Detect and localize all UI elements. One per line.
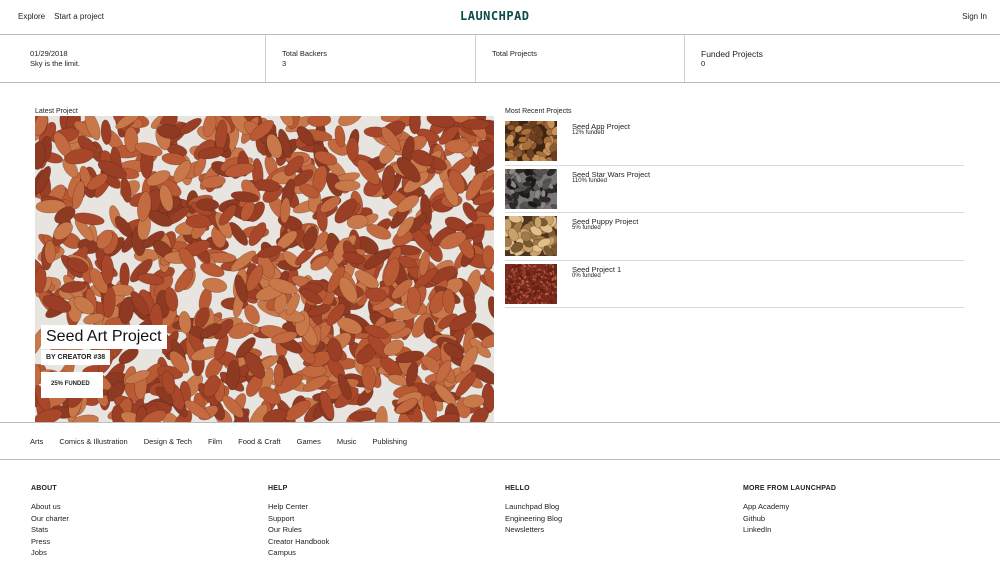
footer-link[interactable]: Support: [268, 514, 294, 523]
category-comics[interactable]: Comics & Illustration: [59, 437, 127, 446]
latest-project-title[interactable]: Seed Art Project: [41, 325, 167, 349]
recent-project-item[interactable]: Seed App Project 12% funded: [505, 118, 964, 166]
category-food-craft[interactable]: Food & Craft: [238, 437, 281, 446]
nav-right: Sign In: [962, 12, 987, 21]
footer-more: MORE FROM LAUNCHPAD App Academy Github L…: [743, 485, 836, 537]
flax-seeds-image: [35, 116, 494, 422]
tagline-text: Sky is the limit.: [30, 59, 81, 68]
footer-link[interactable]: Help Center: [268, 502, 308, 511]
nav-left: Explore Start a project: [18, 12, 104, 21]
projects-label: Total Projects: [492, 49, 538, 58]
footer-link[interactable]: Our Rules: [268, 525, 302, 534]
top-navigation: Explore Start a project LAUNCHPAD Sign I…: [0, 0, 1000, 35]
recent-projects-label: Most Recent Projects: [505, 108, 572, 115]
funded-value: 0: [701, 59, 706, 68]
footer-link[interactable]: Engineering Blog: [505, 514, 562, 523]
logo[interactable]: LAUNCHPAD: [460, 9, 530, 23]
category-music[interactable]: Music: [337, 437, 357, 446]
funded-label: Funded Projects: [701, 49, 763, 59]
category-film[interactable]: Film: [208, 437, 222, 446]
latest-project-image[interactable]: [35, 116, 494, 422]
footer-link[interactable]: Campus: [268, 548, 296, 557]
footer-heading: HELLO: [505, 485, 530, 492]
seed-thumbnail-image: [505, 216, 557, 256]
footer-hello: HELLO Launchpad Blog Engineering Blog Ne…: [505, 485, 562, 537]
recent-projects-list: Seed App Project 12% funded Seed Star Wa…: [505, 118, 964, 308]
footer-link[interactable]: Creator Handbook: [268, 537, 329, 546]
explore-link[interactable]: Explore: [18, 12, 45, 21]
footer-heading: MORE FROM LAUNCHPAD: [743, 485, 837, 492]
start-project-link[interactable]: Start a project: [54, 12, 104, 21]
sign-in-link[interactable]: Sign In: [962, 12, 987, 21]
recent-project-item[interactable]: Seed Puppy Project 5% funded: [505, 213, 964, 261]
date-stat: 01/29/2018 Sky is the limit.: [0, 35, 265, 82]
stats-bar: 01/29/2018 Sky is the limit. Total Backe…: [0, 35, 1000, 83]
footer-link[interactable]: About us: [31, 502, 61, 511]
category-arts[interactable]: Arts: [30, 437, 43, 446]
seed-thumbnail-image: [505, 168, 557, 209]
latest-project-label: Latest Project: [35, 108, 78, 115]
footer-help: HELP Help Center Support Our Rules Creat…: [268, 485, 329, 560]
project-thumbnail[interactable]: [505, 168, 557, 209]
footer-link[interactable]: Press: [31, 537, 50, 546]
date-text: 01/29/2018: [30, 49, 68, 58]
footer-heading: ABOUT: [31, 485, 57, 492]
footer-link[interactable]: Newsletters: [505, 525, 544, 534]
footer-link[interactable]: App Academy: [743, 502, 789, 511]
footer-link[interactable]: LinkedIn: [743, 525, 771, 534]
footer-about: ABOUT About us Our charter Stats Press J…: [31, 485, 69, 560]
category-bar: Arts Comics & Illustration Design & Tech…: [0, 422, 1000, 460]
footer-link[interactable]: Github: [743, 514, 765, 523]
footer-link[interactable]: Launchpad Blog: [505, 502, 559, 511]
backers-label: Total Backers: [282, 49, 328, 58]
footer-link[interactable]: Stats: [31, 525, 48, 534]
project-thumbnail[interactable]: [505, 263, 557, 304]
seed-thumbnail-image: [505, 263, 557, 304]
footer-heading: HELP: [268, 485, 288, 492]
backers-value: 3: [282, 59, 287, 68]
project-thumbnail[interactable]: [505, 121, 557, 161]
project-funded: 5% funded: [572, 225, 601, 231]
project-thumbnail[interactable]: [505, 216, 557, 256]
project-funded: 110% funded: [572, 177, 607, 184]
funded-stat: Funded Projects 0: [684, 35, 1000, 82]
project-funded: 0% funded: [572, 272, 601, 279]
project-funded: 12% funded: [572, 130, 605, 136]
footer-link[interactable]: Jobs: [31, 548, 47, 557]
latest-project-funded: 25% FUNDED: [41, 372, 103, 398]
category-publishing[interactable]: Publishing: [372, 437, 407, 446]
backers-stat: Total Backers 3: [265, 35, 475, 82]
category-games[interactable]: Games: [297, 437, 321, 446]
projects-stat: Total Projects: [475, 35, 684, 82]
recent-project-item[interactable]: Seed Star Wars Project 110% funded: [505, 166, 964, 213]
recent-project-item[interactable]: Seed Project 1 0% funded: [505, 261, 964, 308]
seed-thumbnail-image: [505, 121, 557, 161]
footer-link[interactable]: Our charter: [31, 514, 69, 523]
latest-project-creator: BY CREATOR #38: [41, 350, 111, 365]
category-design-tech[interactable]: Design & Tech: [144, 437, 192, 446]
